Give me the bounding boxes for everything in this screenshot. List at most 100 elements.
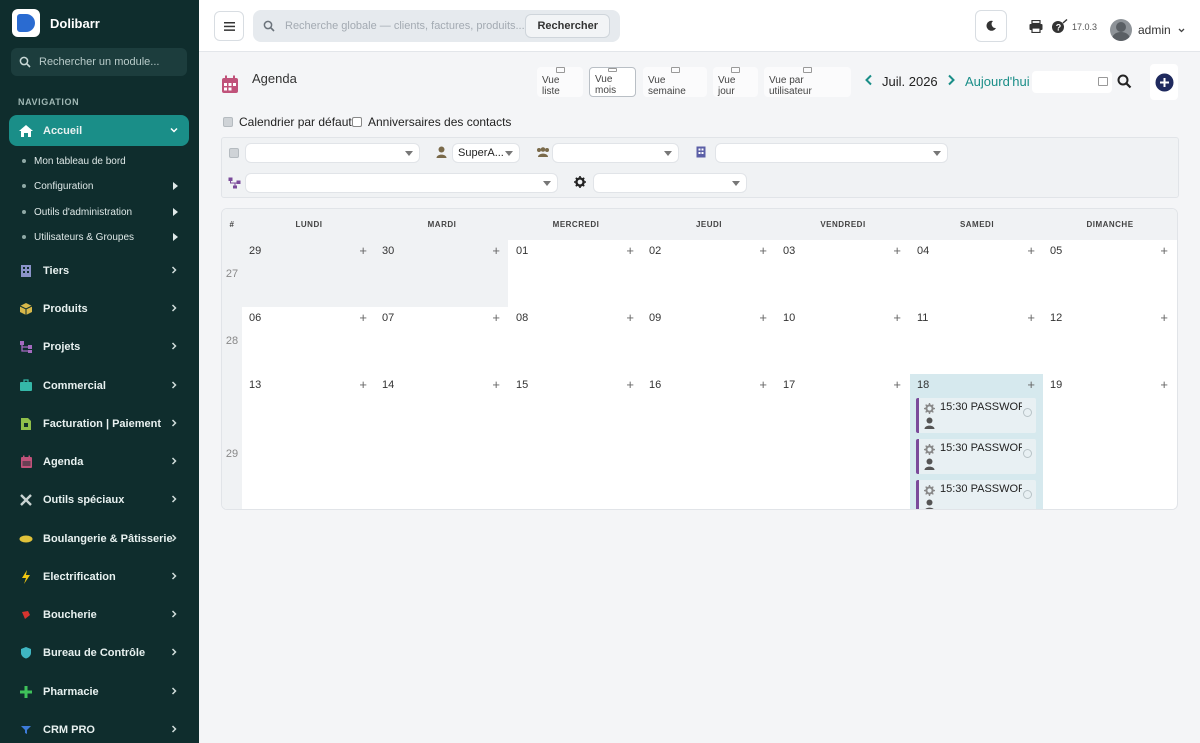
sidebar-item-projets[interactable]: Projets xyxy=(9,331,189,362)
sidebar-item-crm-pro[interactable]: CRM PRO xyxy=(9,714,189,743)
day-cell[interactable]: 02 + xyxy=(642,240,775,307)
add-event-plus-icon[interactable]: + xyxy=(893,310,901,325)
add-event-plus-icon[interactable]: + xyxy=(1027,377,1035,392)
filter-type-select[interactable] xyxy=(245,143,420,163)
add-event-plus-icon[interactable]: + xyxy=(893,377,901,392)
day-cell[interactable]: 29 + xyxy=(242,240,375,307)
day-number: 29 xyxy=(249,245,262,257)
sidebar-subitem-users-groups[interactable]: Utilisateurs & Groupes xyxy=(22,227,182,247)
sidebar-item-commercial[interactable]: Commercial xyxy=(9,370,189,401)
sidebar-subitem-dashboard[interactable]: Mon tableau de bord xyxy=(22,151,182,171)
default-calendar-option[interactable]: Calendrier par défaut xyxy=(223,115,352,129)
sidebar-item-facturation[interactable]: Facturation | Paiement xyxy=(9,408,189,439)
day-cell[interactable]: 05 + xyxy=(1043,240,1176,307)
day-cell[interactable]: 17 + xyxy=(776,374,909,509)
filter-type-checkbox[interactable] xyxy=(229,148,239,158)
date-input[interactable] xyxy=(1032,71,1112,93)
add-event-plus-icon[interactable]: + xyxy=(759,243,767,258)
birthdays-checkbox[interactable] xyxy=(352,117,362,127)
day-cell[interactable]: 14 + xyxy=(375,374,508,509)
today-link[interactable]: Aujourd'hui xyxy=(965,74,1030,89)
sidebar-item-tiers[interactable]: Tiers xyxy=(9,255,189,286)
user-menu[interactable]: admin xyxy=(1110,19,1186,41)
day-cell[interactable]: 16 + xyxy=(642,374,775,509)
global-search-field[interactable]: Recherche globale — clients, factures, p… xyxy=(253,10,620,42)
module-search-input[interactable]: Rechercher un module... xyxy=(11,48,187,76)
add-event-plus-icon[interactable]: + xyxy=(759,310,767,325)
calendar-picker-icon[interactable] xyxy=(1098,77,1108,86)
calendar-event[interactable]: 15:30 PASSWORD xyxy=(916,439,1036,474)
view-week-button[interactable]: Vue semaine xyxy=(643,67,707,97)
view-month-button[interactable]: Vue mois xyxy=(589,67,636,97)
filter-thirdparty-select[interactable] xyxy=(715,143,948,163)
sidebar-item-accueil[interactable]: Accueil xyxy=(9,115,189,146)
add-event-plus-icon[interactable]: + xyxy=(759,377,767,392)
default-calendar-checkbox[interactable] xyxy=(223,117,233,127)
brand[interactable]: Dolibarr xyxy=(12,9,100,37)
day-cell[interactable]: 13 + xyxy=(242,374,375,509)
menu-toggle-button[interactable] xyxy=(214,11,244,41)
add-event-plus-icon[interactable]: + xyxy=(359,310,367,325)
sidebar-item-bureau-controle[interactable]: Bureau de Contrôle xyxy=(9,637,189,668)
calendar-event[interactable]: 15:30 PASSWORD xyxy=(916,480,1036,509)
day-cell[interactable]: 06 + xyxy=(242,307,375,374)
day-cell[interactable]: 04 + xyxy=(910,240,1043,307)
day-cell[interactable]: 12 + xyxy=(1043,307,1176,374)
day-cell[interactable]: 07 + xyxy=(375,307,508,374)
day-cell[interactable]: 15 + xyxy=(509,374,642,509)
day-cell[interactable]: 03 + xyxy=(776,240,909,307)
next-month-arrow-icon[interactable] xyxy=(945,74,957,86)
view-list-button[interactable]: Vue liste xyxy=(537,67,583,97)
day-cell[interactable]: 10 + xyxy=(776,307,909,374)
sidebar-item-pharmacie[interactable]: Pharmacie xyxy=(9,676,189,707)
day-cell[interactable]: 30 + xyxy=(375,240,508,307)
birthdays-label: Anniversaires des contacts xyxy=(368,115,512,129)
day-cell[interactable]: 19 + xyxy=(1043,374,1176,509)
add-event-plus-icon[interactable]: + xyxy=(1027,243,1035,258)
day-cell[interactable]: 09 + xyxy=(642,307,775,374)
view-per-user-button[interactable]: Vue par utilisateur xyxy=(764,67,851,97)
add-event-plus-icon[interactable]: + xyxy=(359,243,367,258)
filter-user-select[interactable]: SuperA... xyxy=(452,143,520,163)
sidebar-item-boulangerie[interactable]: Boulangerie & Pâtisserie xyxy=(9,523,189,554)
printer-icon[interactable] xyxy=(1029,20,1043,33)
chevron-right-icon xyxy=(171,687,177,695)
add-event-plus-icon[interactable]: + xyxy=(492,310,500,325)
day-cell-today[interactable]: 18 + 15:30 PASSWORD 15:30 PASSWORD 15:30 … xyxy=(910,374,1043,509)
view-day-button[interactable]: Vue jour xyxy=(713,67,758,97)
filter-group-select[interactable] xyxy=(552,143,679,163)
add-event-plus-icon[interactable]: + xyxy=(359,377,367,392)
sidebar-item-outils-speciaux[interactable]: Outils spéciaux xyxy=(9,484,189,515)
add-event-plus-icon[interactable]: + xyxy=(626,243,634,258)
sidebar-item-electrification[interactable]: Electrification xyxy=(9,561,189,592)
dark-mode-toggle[interactable] xyxy=(975,10,1007,42)
day-cell[interactable]: 01 + xyxy=(509,240,642,307)
sidebar-item-produits[interactable]: Produits xyxy=(9,293,189,324)
sidebar-subitem-configuration[interactable]: Configuration xyxy=(22,176,182,196)
calendar-event[interactable]: 15:30 PASSWORD xyxy=(916,398,1036,433)
birthdays-option[interactable]: Anniversaires des contacts xyxy=(352,115,511,129)
add-event-button[interactable] xyxy=(1150,64,1178,100)
add-event-plus-icon[interactable]: + xyxy=(626,310,634,325)
day-cell[interactable]: 08 + xyxy=(509,307,642,374)
add-event-plus-icon[interactable]: + xyxy=(626,377,634,392)
add-event-plus-icon[interactable]: + xyxy=(1160,243,1168,258)
day-cell[interactable]: 11 + xyxy=(910,307,1043,374)
prev-month-arrow-icon[interactable] xyxy=(863,74,875,86)
add-event-plus-icon[interactable]: + xyxy=(1160,310,1168,325)
filter-status-select[interactable] xyxy=(593,173,747,193)
add-event-plus-icon[interactable]: + xyxy=(492,243,500,258)
sidebar-item-agenda[interactable]: Agenda xyxy=(9,446,189,477)
help-icon[interactable]: ? xyxy=(1051,19,1068,34)
add-event-plus-icon[interactable]: + xyxy=(1160,377,1168,392)
add-event-plus-icon[interactable]: + xyxy=(893,243,901,258)
add-event-plus-icon[interactable]: + xyxy=(1027,310,1035,325)
global-search-button[interactable]: Rechercher xyxy=(525,14,610,38)
sidebar-subitem-admin-tools[interactable]: Outils d'administration xyxy=(22,202,182,222)
filter-project-select[interactable] xyxy=(245,173,558,193)
search-icon[interactable] xyxy=(1117,74,1132,89)
day-number: 02 xyxy=(649,245,662,257)
sidebar-item-boucherie[interactable]: Boucherie xyxy=(9,599,189,630)
sidebar-item-label: Facturation | Paiement xyxy=(43,417,161,430)
add-event-plus-icon[interactable]: + xyxy=(492,377,500,392)
